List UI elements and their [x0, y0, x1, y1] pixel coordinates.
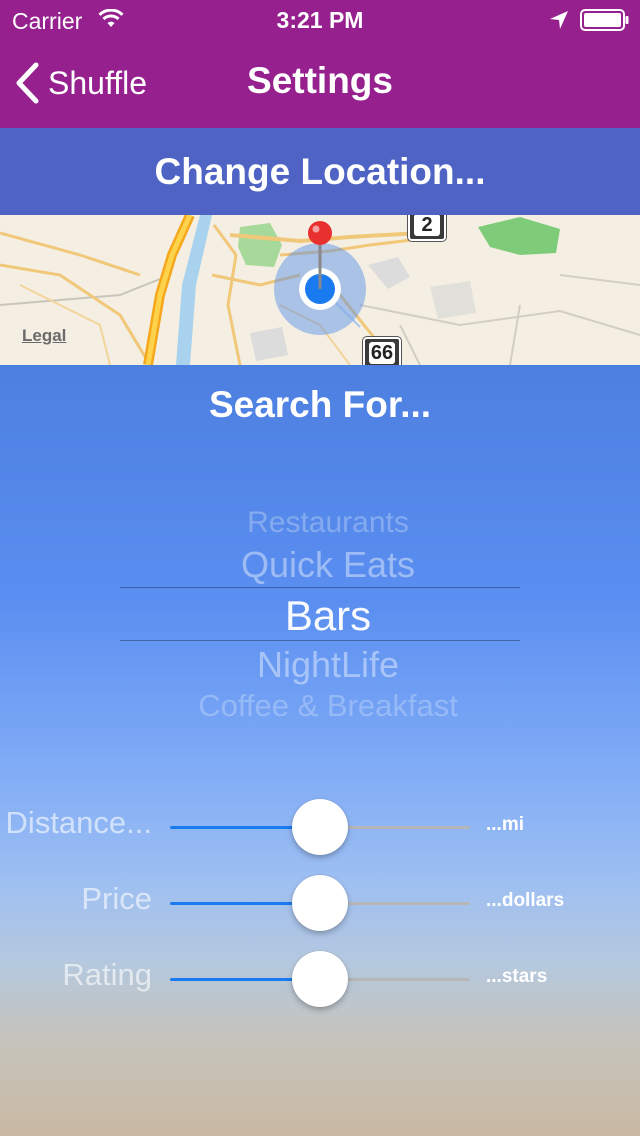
picker-option-selected[interactable]: Bars — [128, 592, 528, 640]
rating-slider[interactable] — [170, 951, 470, 1007]
status-bar: Carrier 3:21 PM — [0, 0, 640, 40]
price-label: Price — [81, 881, 152, 916]
park-area — [478, 217, 560, 255]
distance-unit-label: ...mi — [486, 814, 525, 835]
picker-selection-top-line — [120, 587, 520, 588]
picker-option[interactable]: Restaurants — [128, 506, 528, 540]
route-badge: 2 — [408, 215, 446, 241]
map-block — [368, 257, 410, 289]
location-map[interactable]: 2 66 Legal — [0, 215, 640, 365]
price-slider-row: Price ...dollars — [0, 873, 640, 933]
slider-thumb[interactable] — [292, 875, 348, 931]
distance-slider[interactable] — [170, 799, 470, 855]
status-time: 3:21 PM — [276, 7, 364, 33]
price-slider[interactable] — [170, 875, 470, 931]
picker-option[interactable]: Quick Eats — [128, 544, 528, 586]
rating-slider-row: Rating ...stars — [0, 949, 640, 1009]
rating-unit-label: ...stars — [486, 966, 548, 987]
price-unit-label: ...dollars — [486, 890, 565, 911]
slider-thumb[interactable] — [292, 951, 348, 1007]
picker-option[interactable]: Coffee & Breakfast — [128, 688, 528, 724]
navigation-bar: Carrier 3:21 PM Shuffle Settings — [0, 0, 640, 128]
battery-icon — [580, 9, 629, 31]
page-title: Settings — [247, 60, 393, 101]
change-location-button[interactable]: Change Location... — [0, 128, 640, 215]
park-area — [238, 223, 282, 267]
distance-label: Distance... — [5, 805, 152, 840]
settings-screen: Carrier 3:21 PM Shuffle Settings Change … — [0, 0, 640, 1136]
map-pin-icon[interactable] — [308, 221, 332, 245]
map-block — [250, 327, 288, 361]
search-for-heading: Search For... — [208, 384, 432, 425]
category-picker[interactable]: Restaurants Quick Eats Bars NightLife Co… — [120, 500, 520, 730]
map-roads — [0, 215, 640, 365]
distance-slider-row: Distance... ...mi — [0, 797, 640, 857]
picker-option[interactable]: NightLife — [128, 644, 528, 686]
legal-link[interactable]: Legal — [22, 326, 66, 346]
rating-label: Rating — [62, 957, 152, 992]
map-block — [430, 281, 476, 319]
location-arrow-icon — [550, 11, 568, 29]
slider-thumb[interactable] — [292, 799, 348, 855]
route-badge: 66 — [363, 337, 401, 365]
picker-selection-bottom-line — [120, 640, 520, 641]
